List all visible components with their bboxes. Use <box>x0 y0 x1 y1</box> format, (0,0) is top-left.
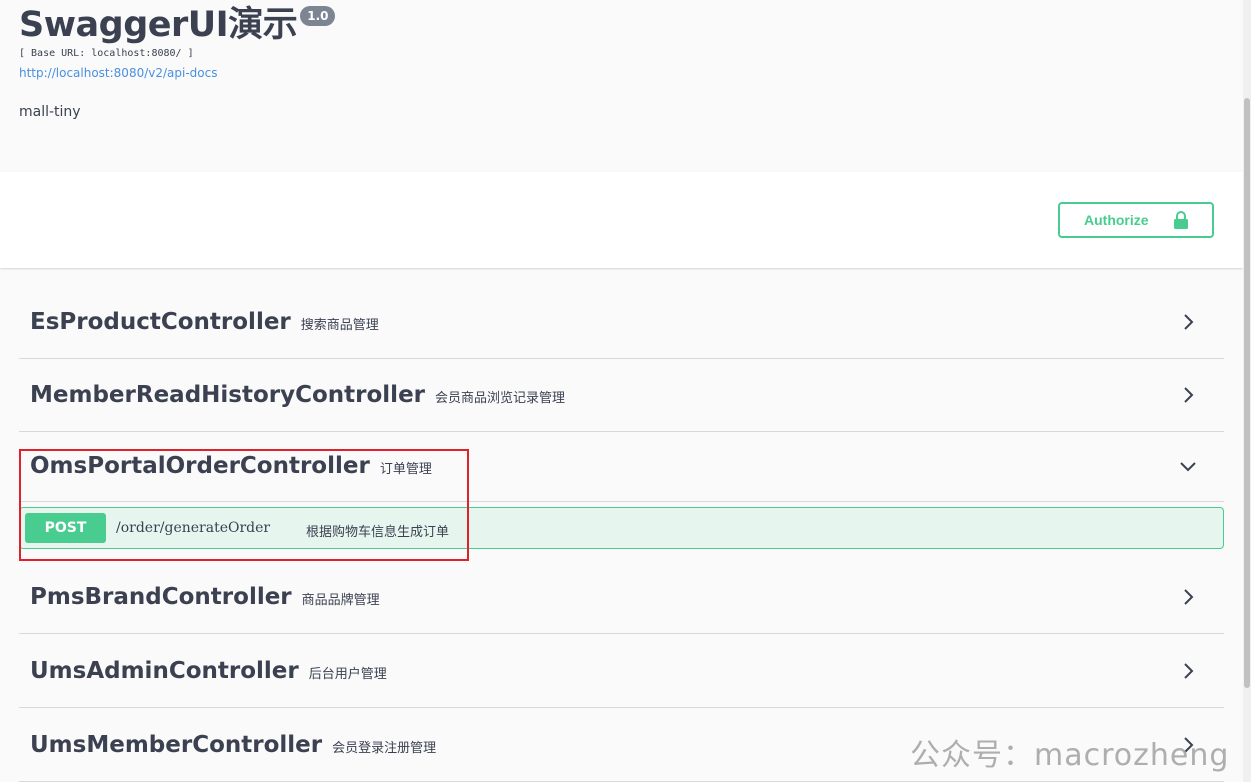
tag-title: UmsAdminController <box>30 657 299 684</box>
chevron-right-icon[interactable] <box>1180 386 1196 403</box>
base-url: [ Base URL: localhost:8080/ ] <box>19 48 194 59</box>
api-description: mall-tiny <box>19 104 81 120</box>
tag-heading: EsProductController 搜索商品管理 <box>30 309 379 335</box>
tag-description: 会员登录注册管理 <box>332 740 437 756</box>
tag-description: 商品品牌管理 <box>301 592 380 608</box>
operation-path: /order/generateOrder <box>116 520 271 536</box>
tag-heading: PmsBrandController 商品品牌管理 <box>30 584 380 610</box>
tag-heading: OmsPortalOrderController 订单管理 <box>30 453 432 479</box>
operation-post-generate-order[interactable]: POST /order/generateOrder 根据购物车信息生成订单 <box>19 507 1224 549</box>
page-title: SwaggerUI演示 <box>19 5 298 45</box>
api-docs-link[interactable]: http://localhost:8080/v2/api-docs <box>19 66 217 80</box>
authorize-label: Authorize <box>1084 212 1149 228</box>
title-row: SwaggerUI演示 1.0 <box>19 2 336 48</box>
scrollbar[interactable] <box>1243 0 1251 782</box>
chevron-right-icon[interactable] <box>1180 588 1196 605</box>
method-badge: POST <box>25 513 106 543</box>
tag-section-pmsbrandcontroller[interactable]: PmsBrandController 商品品牌管理 <box>19 560 1224 634</box>
tag-section-umsadmincontroller[interactable]: UmsAdminController 后台用户管理 <box>19 634 1224 708</box>
tag-heading: UmsMemberController 会员登录注册管理 <box>30 732 436 758</box>
operation-summary: 根据购物车信息生成订单 <box>306 525 450 540</box>
tag-title: MemberReadHistoryController <box>30 381 426 408</box>
tag-title: EsProductController <box>30 308 291 335</box>
tag-title: PmsBrandController <box>30 583 292 610</box>
version-badge: 1.0 <box>300 6 336 26</box>
tag-description: 后台用户管理 <box>308 666 387 682</box>
chevron-right-icon[interactable] <box>1180 313 1196 330</box>
tag-description: 搜索商品管理 <box>300 317 379 333</box>
chevron-right-icon[interactable] <box>1180 662 1196 679</box>
tag-description: 会员商品浏览记录管理 <box>435 390 566 406</box>
tag-title: OmsPortalOrderController <box>30 453 370 479</box>
watermark: 公众号：macrozheng <box>910 738 1230 773</box>
tag-description: 订单管理 <box>379 462 432 477</box>
tag-section-omsportalordercontroller[interactable]: OmsPortalOrderController 订单管理 <box>19 431 1224 502</box>
tag-title: UmsMemberController <box>30 731 323 758</box>
chevron-down-icon[interactable] <box>1180 458 1196 474</box>
tag-heading: MemberReadHistoryController 会员商品浏览记录管理 <box>30 382 565 408</box>
tag-section-memberreadhistorycontroller[interactable]: MemberReadHistoryController 会员商品浏览记录管理 <box>19 358 1224 432</box>
lock-icon <box>1174 211 1188 229</box>
tag-section-esproductcontroller[interactable]: EsProductController 搜索商品管理 <box>19 285 1224 359</box>
scheme-container: Authorize <box>0 172 1243 268</box>
tag-heading: UmsAdminController 后台用户管理 <box>30 658 387 684</box>
scrollbar-thumb[interactable] <box>1244 98 1250 688</box>
api-info: SwaggerUI演示 1.0 [ Base URL: localhost:80… <box>0 0 1243 172</box>
authorize-button[interactable]: Authorize <box>1058 202 1214 238</box>
